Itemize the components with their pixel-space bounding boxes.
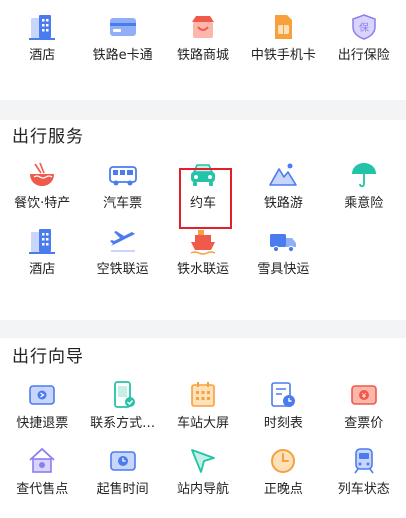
- rail-ecard-icon: [108, 12, 138, 42]
- featured-item-label: 铁路e卡通: [92, 48, 153, 63]
- featured-item-label: 酒店: [29, 48, 56, 63]
- guide-item-station-screen[interactable]: 车站大屏: [163, 370, 243, 436]
- featured-item-travel-insurance[interactable]: 保 出行保险: [324, 2, 404, 72]
- travel-guide-grid: 快捷退票 联系方式… 车站大屏 时刻表 ¥ 查票价 查代售点 起售时间 站内导航…: [0, 370, 406, 502]
- highlight-box: [179, 168, 232, 229]
- service-item-travel-accident-insurance[interactable]: 乘意险: [324, 150, 404, 216]
- station-screen-icon: [188, 380, 218, 410]
- service-item-label: 餐饮·特产: [14, 196, 71, 211]
- guide-item-on-time-delay[interactable]: 正晚点: [243, 436, 323, 502]
- service-item-label: 空铁联运: [96, 262, 149, 277]
- noodle-bowl-icon: [27, 160, 57, 190]
- guide-item-station-navigation[interactable]: 站内导航: [163, 436, 243, 502]
- guide-item-label: 站内导航: [176, 482, 229, 497]
- section-title: 出行向导: [12, 347, 84, 367]
- svg-text:保: 保: [359, 21, 369, 34]
- guide-item-label: 查票价: [344, 416, 384, 431]
- featured-item-sim-card[interactable]: 中铁手机卡: [243, 2, 323, 72]
- guide-item-label: 查代售点: [16, 482, 69, 497]
- insurance-shield-icon: 保: [349, 12, 379, 42]
- guide-item-label: 起售时间: [96, 482, 149, 497]
- featured-item-label: 铁路商城: [176, 48, 229, 63]
- service-item-label: 汽车票: [103, 196, 143, 211]
- clock-icon: [268, 446, 298, 476]
- agency-home-icon: [27, 446, 57, 476]
- service-item-label: 铁路游: [263, 196, 303, 211]
- featured-apps-section: 酒店 铁路e卡通 铁路商城 中铁手机卡 保 出行保险: [0, 0, 406, 100]
- hotel-building-icon: [27, 226, 57, 256]
- service-item-rail-tour[interactable]: 铁路游: [243, 150, 323, 216]
- navigation-arrow-icon: [188, 446, 218, 476]
- service-item-label: 乘意险: [344, 196, 384, 211]
- guide-item-timetable[interactable]: 时刻表: [243, 370, 323, 436]
- featured-item-rail-mall[interactable]: 铁路商城: [163, 2, 243, 72]
- ticket-price-icon: ¥: [349, 380, 379, 410]
- guide-item-quick-refund[interactable]: 快捷退票: [2, 370, 82, 436]
- delivery-truck-icon: [268, 226, 298, 256]
- guide-item-label: 列车状态: [337, 482, 390, 497]
- service-item-bus-ticket[interactable]: 汽车票: [82, 150, 162, 216]
- section-title: 出行服务: [12, 127, 84, 147]
- umbrella-icon: [349, 160, 379, 190]
- featured-item-rail-ecard[interactable]: 铁路e卡通: [82, 2, 162, 72]
- hotel-building-icon: [27, 12, 57, 42]
- featured-item-label: 出行保险: [337, 48, 390, 63]
- travel-guide-section: 出行向导 快捷退票 联系方式… 车站大屏 时刻表 ¥ 查票价 查代售点 起售时间…: [0, 338, 406, 518]
- svg-text:¥: ¥: [362, 392, 367, 400]
- featured-apps-grid: 酒店 铁路e卡通 铁路商城 中铁手机卡 保 出行保险: [0, 2, 406, 72]
- refund-ticket-icon: [27, 380, 57, 410]
- service-item-ski-express[interactable]: 雪具快运: [243, 216, 323, 282]
- train-icon: [349, 446, 379, 476]
- service-item-label: 雪具快运: [257, 262, 310, 277]
- featured-item-label: 中铁手机卡: [250, 48, 316, 63]
- guide-item-train-status[interactable]: 列车状态: [324, 436, 404, 502]
- service-item-label: 酒店: [29, 262, 56, 277]
- plane-icon: [108, 226, 138, 256]
- shopping-store-icon: [188, 12, 218, 42]
- guide-item-sale-time[interactable]: 起售时间: [82, 436, 162, 502]
- guide-item-label: 联系方式…: [90, 416, 156, 431]
- phone-contact-icon: [108, 380, 138, 410]
- guide-item-label: 车站大屏: [176, 416, 229, 431]
- mountain-icon: [268, 160, 298, 190]
- timetable-icon: [268, 380, 298, 410]
- sale-time-ticket-icon: [108, 446, 138, 476]
- guide-item-ticket-price[interactable]: ¥ 查票价: [324, 370, 404, 436]
- guide-item-agency[interactable]: 查代售点: [2, 436, 82, 502]
- guide-item-label: 快捷退票: [16, 416, 69, 431]
- guide-item-contact[interactable]: 联系方式…: [82, 370, 162, 436]
- featured-item-hotel[interactable]: 酒店: [2, 2, 82, 72]
- guide-item-label: 时刻表: [263, 416, 303, 431]
- ship-icon: [188, 226, 218, 256]
- service-item-air-rail[interactable]: 空铁联运: [82, 216, 162, 282]
- service-item-hotel[interactable]: 酒店: [2, 216, 82, 282]
- bus-icon: [108, 160, 138, 190]
- service-item-catering[interactable]: 餐饮·特产: [2, 150, 82, 216]
- guide-item-label: 正晚点: [263, 482, 303, 497]
- sim-card-icon: [268, 12, 298, 42]
- service-item-label: 铁水联运: [176, 262, 229, 277]
